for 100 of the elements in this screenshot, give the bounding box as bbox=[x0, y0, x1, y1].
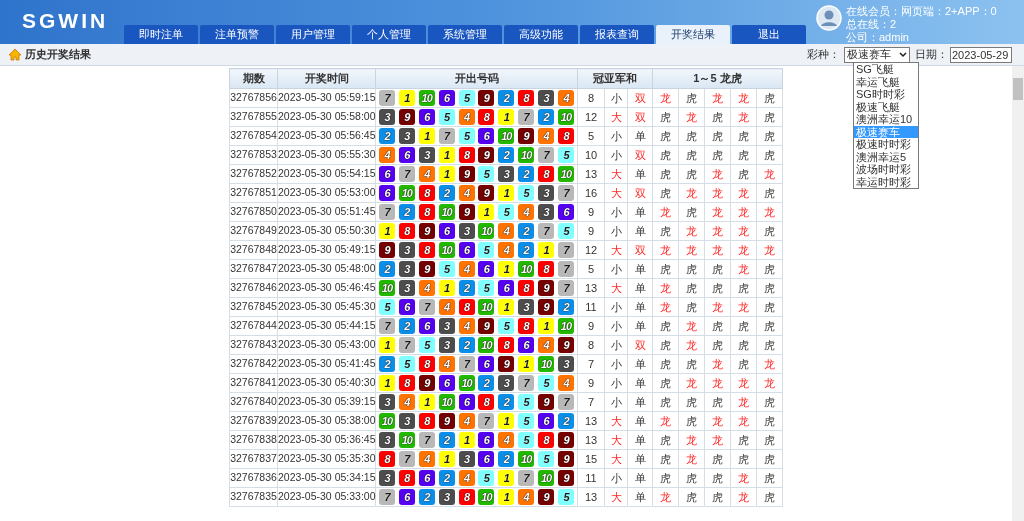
table-cell: 虎 bbox=[756, 259, 783, 279]
table-cell: 虎 bbox=[652, 354, 679, 374]
dropdown-option[interactable]: SG飞艇 bbox=[854, 63, 918, 76]
lottery-label: 彩种： bbox=[807, 47, 840, 63]
table-cell: 龙 bbox=[730, 487, 757, 507]
table-cell: 2023-05-30 05:59:15 bbox=[277, 88, 376, 108]
nav-tab[interactable]: 用户管理 bbox=[276, 25, 350, 44]
table-cell: 虎 bbox=[652, 335, 679, 355]
dropdown-option[interactable]: 极速飞艇 bbox=[854, 100, 918, 113]
nav-tab[interactable]: 个人管理 bbox=[352, 25, 426, 44]
table-cell: 单 bbox=[627, 373, 653, 393]
table-cell: 虎 bbox=[652, 107, 679, 127]
table-cell: 虎 bbox=[678, 354, 705, 374]
table-cell: 32767843 bbox=[229, 335, 278, 355]
table-cell: 虎 bbox=[652, 259, 679, 279]
table-cell: 龙 bbox=[704, 221, 731, 241]
nav-tab[interactable]: 退出 bbox=[732, 25, 806, 44]
table-cell: 虎 bbox=[756, 335, 783, 355]
table-cell: 32767845 bbox=[229, 297, 278, 317]
table-cell: 15 bbox=[577, 449, 605, 469]
dropdown-option[interactable]: SG时时彩 bbox=[854, 88, 918, 101]
table-cell: 龙 bbox=[704, 411, 731, 431]
nav-tab[interactable]: 开奖结果 bbox=[656, 25, 730, 44]
table-cell: 单 bbox=[627, 487, 653, 507]
lottery-select[interactable]: 极速赛车 bbox=[844, 46, 910, 63]
table-cell: 虎 bbox=[652, 316, 679, 336]
table-cell: 单 bbox=[627, 278, 653, 298]
table-cell: 龙 bbox=[756, 354, 783, 374]
date-field[interactable]: 2023-05-29 bbox=[950, 46, 1012, 63]
dropdown-option[interactable]: 澳洲幸运5 bbox=[854, 150, 918, 163]
table-cell: 32767841 bbox=[229, 373, 278, 393]
table-cell: 虎 bbox=[756, 449, 783, 469]
table-cell: 龙 bbox=[704, 373, 731, 393]
table-cell: 虎 bbox=[756, 88, 783, 108]
table-cell: 大 bbox=[604, 183, 628, 203]
table-cell: 虎 bbox=[678, 126, 705, 146]
nav-tab[interactable]: 报表查询 bbox=[580, 25, 654, 44]
table-cell: 虎 bbox=[730, 164, 757, 184]
table-cell: 虎 bbox=[678, 202, 705, 222]
column-header: 开奖时间 bbox=[277, 68, 376, 89]
table-cell: 11 bbox=[577, 468, 605, 488]
table-cell: 虎 bbox=[678, 88, 705, 108]
table-cell: 32767852 bbox=[229, 164, 278, 184]
table-cell: 龙 bbox=[678, 107, 705, 127]
table-cell: 32767844 bbox=[229, 316, 278, 336]
table-cell: 虎 bbox=[756, 221, 783, 241]
table-cell: 龙 bbox=[704, 430, 731, 450]
table-cell: 龙 bbox=[730, 88, 757, 108]
table-cell: 2023-05-30 05:38:00 bbox=[277, 411, 376, 431]
table-cell: 32767848 bbox=[229, 240, 278, 260]
table-cell: 小 bbox=[604, 335, 628, 355]
nav-tab[interactable]: 即时注单 bbox=[124, 25, 198, 44]
table-cell: 大 bbox=[604, 278, 628, 298]
table-cell: 13 bbox=[577, 411, 605, 431]
table-cell: 虎 bbox=[730, 126, 757, 146]
table-cell: 小 bbox=[604, 373, 628, 393]
table-cell: 单 bbox=[627, 164, 653, 184]
user-info-text: 在线会员：网页端：2+APP：0 bbox=[846, 5, 997, 18]
table-cell: 2023-05-30 05:49:15 bbox=[277, 240, 376, 260]
dropdown-option[interactable]: 幸运飞艇 bbox=[854, 75, 918, 88]
user-avatar-icon bbox=[816, 5, 842, 31]
table-cell: 龙 bbox=[678, 316, 705, 336]
table-cell: 龙 bbox=[704, 183, 731, 203]
scrollbar[interactable] bbox=[1012, 66, 1024, 521]
dropdown-option[interactable]: 波场时时彩 bbox=[854, 163, 918, 176]
table-cell: 虎 bbox=[652, 373, 679, 393]
table-cell: 单 bbox=[627, 430, 653, 450]
table-cell: 小 bbox=[604, 88, 628, 108]
table-cell: 2023-05-30 05:39:15 bbox=[277, 392, 376, 412]
table-cell: 大 bbox=[604, 164, 628, 184]
table-cell: 32767854 bbox=[229, 126, 278, 146]
table-cell: 单 bbox=[627, 316, 653, 336]
table-cell: 大 bbox=[604, 449, 628, 469]
table-cell: 9 bbox=[577, 202, 605, 222]
dropdown-option[interactable]: 幸运时时彩 bbox=[854, 175, 918, 188]
table-cell: 龙 bbox=[678, 240, 705, 260]
table-cell: 13 bbox=[577, 164, 605, 184]
nav-tab[interactable]: 注单预警 bbox=[200, 25, 274, 44]
nav-tab[interactable]: 系统管理 bbox=[428, 25, 502, 44]
column-header: 冠亚军和 bbox=[577, 68, 653, 89]
table-cell: 虎 bbox=[652, 126, 679, 146]
table-cell: 龙 bbox=[678, 373, 705, 393]
table-cell: 32767846 bbox=[229, 278, 278, 298]
table-cell: 单 bbox=[627, 468, 653, 488]
table-cell: 虎 bbox=[652, 164, 679, 184]
table-cell: 13 bbox=[577, 487, 605, 507]
table-cell: 龙 bbox=[730, 183, 757, 203]
table-cell: 龙 bbox=[704, 164, 731, 184]
table-cell: 12 bbox=[577, 240, 605, 260]
table-cell: 32767853 bbox=[229, 145, 278, 165]
table-cell: 虎 bbox=[652, 392, 679, 412]
table-cell: 大 bbox=[604, 411, 628, 431]
dropdown-option[interactable]: 极速时时彩 bbox=[854, 138, 918, 151]
table-cell: 龙 bbox=[652, 411, 679, 431]
table-cell: 8 bbox=[577, 335, 605, 355]
nav-tab[interactable]: 高级功能 bbox=[504, 25, 578, 44]
table-cell: 2023-05-30 05:46:45 bbox=[277, 278, 376, 298]
dropdown-option[interactable]: 澳洲幸运10 bbox=[854, 113, 918, 126]
table-cell: 龙 bbox=[678, 221, 705, 241]
table-cell: 9 bbox=[577, 373, 605, 393]
